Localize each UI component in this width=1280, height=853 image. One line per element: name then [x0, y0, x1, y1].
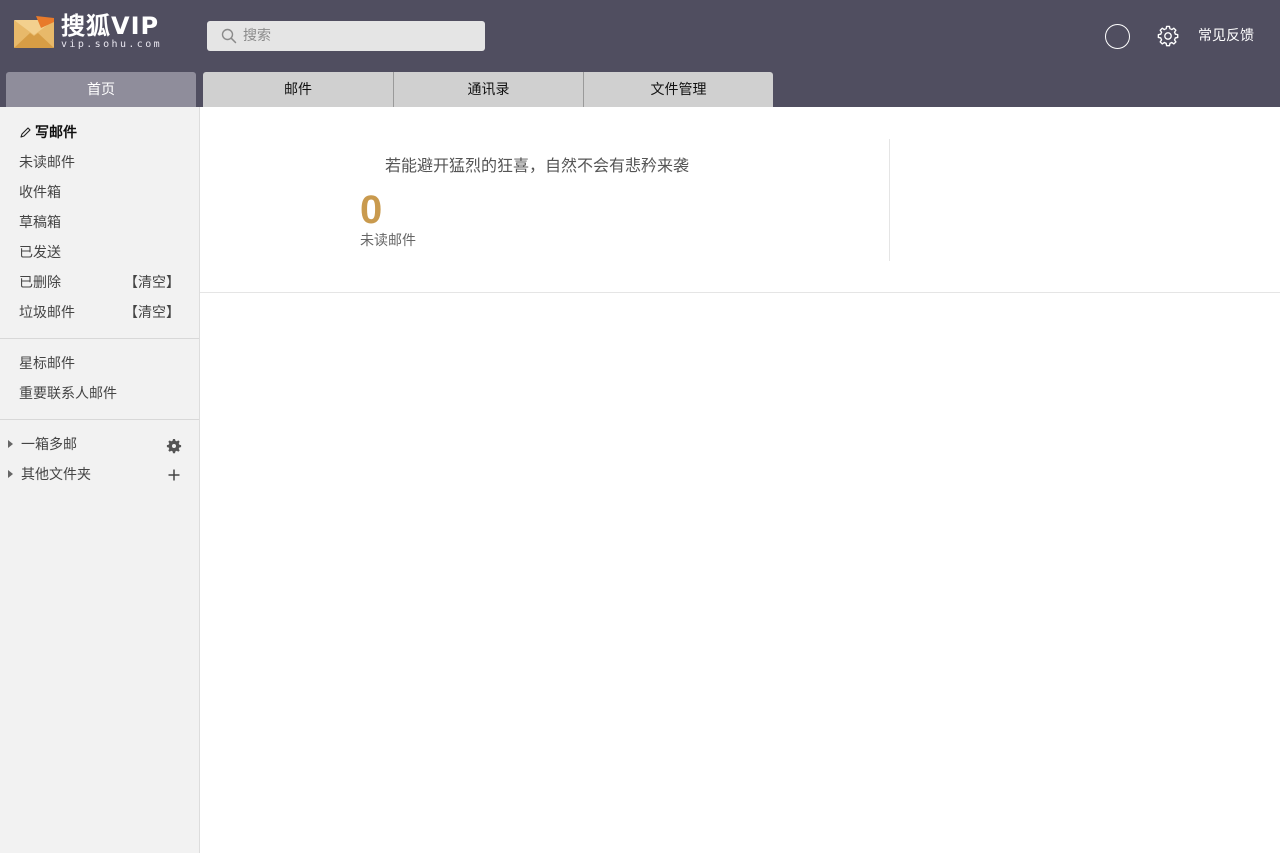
folder-sent[interactable]: 已发送 — [19, 243, 61, 263]
settings-gear-icon[interactable] — [1157, 25, 1179, 47]
folder-starred[interactable]: 星标邮件 — [19, 354, 75, 374]
expand-triangle-icon[interactable] — [8, 470, 13, 478]
sidebar: 写邮件 未读邮件 收件箱 草稿箱 已发送 已删除 【清空】 垃圾邮件 【清空】 … — [0, 107, 200, 853]
folder-important-contacts[interactable]: 重要联系人邮件 — [19, 384, 117, 404]
tab-home[interactable]: 首页 — [6, 72, 196, 107]
search-icon — [221, 28, 237, 44]
search-input[interactable] — [243, 21, 479, 51]
folder-deleted[interactable]: 已删除 — [19, 273, 61, 293]
folder-inbox[interactable]: 收件箱 — [19, 183, 61, 203]
folder-drafts[interactable]: 草稿箱 — [19, 213, 61, 233]
top-header: 搜狐VIP vip.sohu.com 常见反馈 首页 邮件 通讯录 文件管理 — [0, 0, 1280, 107]
group-other-folders[interactable]: 其他文件夹 — [21, 465, 91, 485]
user-avatar[interactable] — [1105, 24, 1130, 49]
unread-label[interactable]: 未读邮件 — [360, 231, 416, 251]
logo-domain-text: vip.sohu.com — [61, 39, 163, 50]
tab-mail[interactable]: 邮件 — [203, 72, 394, 107]
pencil-icon — [20, 127, 31, 138]
sohu-vip-logo[interactable]: 搜狐VIP vip.sohu.com — [14, 12, 174, 52]
group-multi-mailbox[interactable]: 一箱多邮 — [21, 435, 77, 455]
plus-icon[interactable] — [166, 467, 182, 483]
clear-spam-button[interactable]: 【清空】 — [124, 303, 180, 323]
sidebar-divider — [0, 419, 199, 420]
sidebar-divider — [0, 338, 199, 339]
envelope-logo-icon — [14, 16, 54, 48]
folder-unread[interactable]: 未读邮件 — [19, 153, 75, 173]
content-vertical-divider — [889, 139, 890, 261]
tab-contacts[interactable]: 通讯录 — [394, 72, 584, 107]
search-box[interactable] — [207, 21, 485, 51]
gear-icon[interactable] — [166, 438, 182, 454]
clear-deleted-button[interactable]: 【清空】 — [124, 273, 180, 293]
content-horizontal-divider — [200, 292, 1280, 293]
logo-brand-text: 搜狐VIP — [61, 12, 160, 40]
folder-spam[interactable]: 垃圾邮件 — [19, 303, 75, 323]
faq-feedback-link[interactable]: 常见反馈 — [1198, 26, 1254, 46]
compose-button[interactable]: 写邮件 — [35, 123, 77, 143]
daily-quote: 若能避开猛烈的狂喜，自然不会有悲矜来袭 — [385, 156, 690, 175]
unread-count[interactable]: 0 — [360, 188, 382, 232]
expand-triangle-icon[interactable] — [8, 440, 13, 448]
tab-file-manager[interactable]: 文件管理 — [584, 72, 773, 107]
